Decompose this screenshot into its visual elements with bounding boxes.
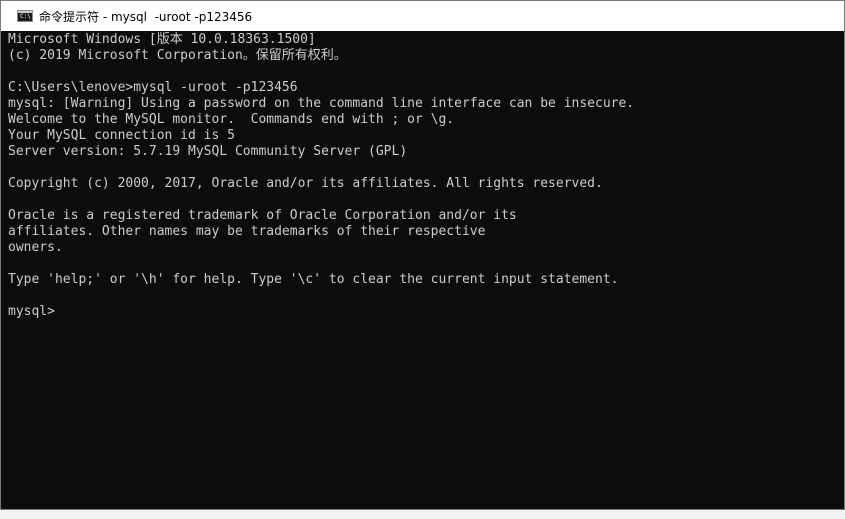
console-window[interactable]: C:\ 命令提示符 - mysql -uroot -p123456 Micros…	[0, 0, 845, 510]
terminal-line: owners.	[8, 240, 63, 255]
terminal-line: affiliates. Other names may be trademark…	[8, 224, 486, 239]
terminal-line: Server version: 5.7.19 MySQL Community S…	[8, 144, 408, 159]
window-title: 命令提示符 - mysql -uroot -p123456	[39, 9, 253, 24]
terminal-line: mysql: [Warning] Using a password on the…	[8, 96, 635, 111]
terminal-line: Copyright (c) 2000, 2017, Oracle and/or …	[8, 176, 603, 191]
terminal-line: Type 'help;' or '\h' for help. Type '\c'…	[8, 272, 619, 287]
terminal-line: Your MySQL connection id is 5	[8, 128, 235, 143]
terminal-line: mysql>	[8, 304, 55, 319]
terminal-line: C:\Users\lenove>mysql -uroot -p123456	[8, 80, 298, 95]
terminal-line: Oracle is a registered trademark of Orac…	[8, 208, 517, 223]
terminal-line: Welcome to the MySQL monitor. Commands e…	[8, 112, 455, 127]
terminal-output[interactable]: Microsoft Windows [版本 10.0.18363.1500] (c…	[8, 32, 838, 502]
screen: C:\ 命令提示符 - mysql -uroot -p123456 Micros…	[0, 0, 845, 519]
terminal-line: (c) 2019 Microsoft Corporation。保留所有权利。	[8, 48, 347, 63]
terminal-line: Microsoft Windows [版本 10.0.18363.1500]	[8, 32, 316, 47]
title-bar[interactable]: C:\ 命令提示符 - mysql -uroot -p123456	[1, 1, 844, 31]
console-icon[interactable]: C:\	[17, 10, 33, 22]
